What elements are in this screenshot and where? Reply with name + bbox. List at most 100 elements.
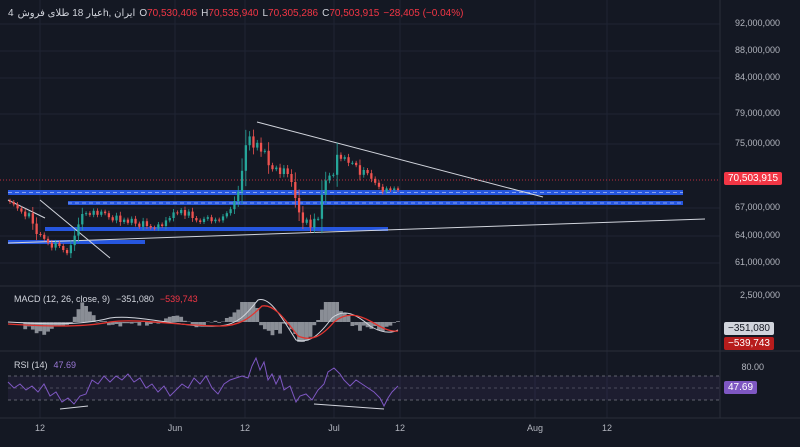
candle — [138, 223, 141, 227]
price-change: −28,405 (−0.04%) — [383, 8, 464, 19]
candle — [73, 235, 76, 246]
macd-bar — [301, 322, 305, 342]
candle — [309, 219, 312, 228]
macd-bar — [171, 316, 176, 322]
candle — [187, 211, 190, 216]
ohlc-high: H70,535,940 — [201, 8, 259, 19]
macd-bar — [145, 322, 149, 326]
candle — [248, 136, 251, 146]
macd-bar — [118, 322, 123, 327]
time-tick: Jul — [328, 423, 340, 433]
macd-bar — [320, 309, 324, 322]
candle — [271, 165, 274, 170]
candle — [149, 226, 152, 228]
candle — [54, 242, 57, 248]
candle — [324, 180, 327, 195]
macd-bar — [274, 322, 279, 330]
candle — [115, 215, 118, 221]
candle — [355, 162, 358, 166]
macd-bar — [122, 322, 127, 324]
symbol-legend[interactable]: 4 عیار 18 طلای فروش‎h, ایران O70,530,406… — [8, 8, 463, 19]
macd-bar — [137, 322, 142, 326]
macd-bar — [358, 322, 362, 331]
candle — [370, 173, 373, 179]
candle — [389, 188, 392, 190]
candle — [206, 217, 209, 219]
candle — [313, 218, 316, 228]
ohlc-close: C70,503,915 — [322, 8, 380, 19]
candle — [263, 150, 267, 152]
candle — [393, 188, 396, 190]
candle — [237, 191, 240, 202]
candle — [278, 167, 282, 174]
candle — [176, 212, 179, 214]
candle — [282, 168, 286, 174]
candle — [362, 170, 365, 175]
time-tick: 12 — [394, 423, 405, 433]
candle — [157, 224, 160, 229]
candle — [96, 210, 99, 215]
macd-label: MACD (12, 26, close, 9) — [14, 294, 111, 304]
candle — [81, 214, 84, 225]
candle — [8, 200, 12, 202]
current-price-tag: 70,503,915 — [724, 172, 783, 185]
candle — [111, 217, 114, 221]
candle — [77, 224, 80, 236]
macd-bar — [316, 320, 321, 322]
macd-bar — [350, 322, 355, 326]
macd-value-tag: −351,080 — [724, 322, 774, 335]
candle — [339, 154, 343, 159]
candle — [297, 198, 301, 213]
rsi-value: 47.69 — [53, 360, 77, 370]
macd-bar — [183, 320, 187, 322]
candle — [168, 218, 171, 221]
candle — [351, 162, 354, 164]
macd-bar — [224, 318, 229, 322]
macd-value: −351,080 — [116, 294, 154, 304]
macd-bar — [103, 321, 107, 322]
price-tick: 61,000,000 — [734, 257, 780, 267]
candle — [35, 223, 38, 234]
candle — [229, 209, 232, 214]
macd-bar — [346, 316, 351, 322]
macd-legend[interactable]: MACD (12, 26, close, 9) −351,080 −539,74… — [14, 294, 198, 304]
macd-bar — [312, 322, 317, 326]
candle — [141, 221, 145, 227]
blue-zone-lower[interactable] — [45, 227, 388, 231]
macd-bar — [240, 302, 244, 322]
candle — [267, 150, 270, 166]
candle — [20, 208, 23, 212]
candle — [316, 218, 320, 220]
candle — [290, 174, 293, 182]
candle — [164, 220, 168, 226]
candle — [252, 136, 255, 148]
candle — [328, 175, 331, 181]
macd-bar — [133, 322, 138, 323]
candle — [202, 218, 206, 222]
macd-bar — [99, 321, 104, 322]
macd-bar — [167, 316, 172, 322]
rsi-label: RSI (14) — [14, 360, 48, 370]
candle — [31, 213, 34, 224]
macd-signal-value: −539,743 — [159, 294, 198, 304]
macd-bar — [354, 322, 359, 326]
time-tick: Aug — [526, 423, 543, 433]
candle — [244, 145, 247, 171]
macd-bar — [129, 322, 134, 324]
candle — [88, 213, 92, 215]
candle — [347, 157, 350, 163]
price-tick: 64,000,000 — [734, 230, 780, 240]
candle — [161, 224, 164, 226]
candle — [218, 219, 221, 221]
candle — [225, 213, 228, 217]
time-tick: Jun — [167, 423, 183, 433]
macd-bar — [232, 312, 237, 322]
price-tick: 67,000,000 — [734, 202, 780, 212]
candle — [301, 212, 305, 223]
rsi-legend[interactable]: RSI (14) 47.69 — [14, 360, 76, 370]
price-tick: 79,000,000 — [734, 108, 780, 118]
macd-bar — [228, 316, 233, 322]
macd-bar — [126, 322, 130, 324]
candle — [233, 201, 236, 210]
price-chart[interactable] — [0, 0, 800, 447]
